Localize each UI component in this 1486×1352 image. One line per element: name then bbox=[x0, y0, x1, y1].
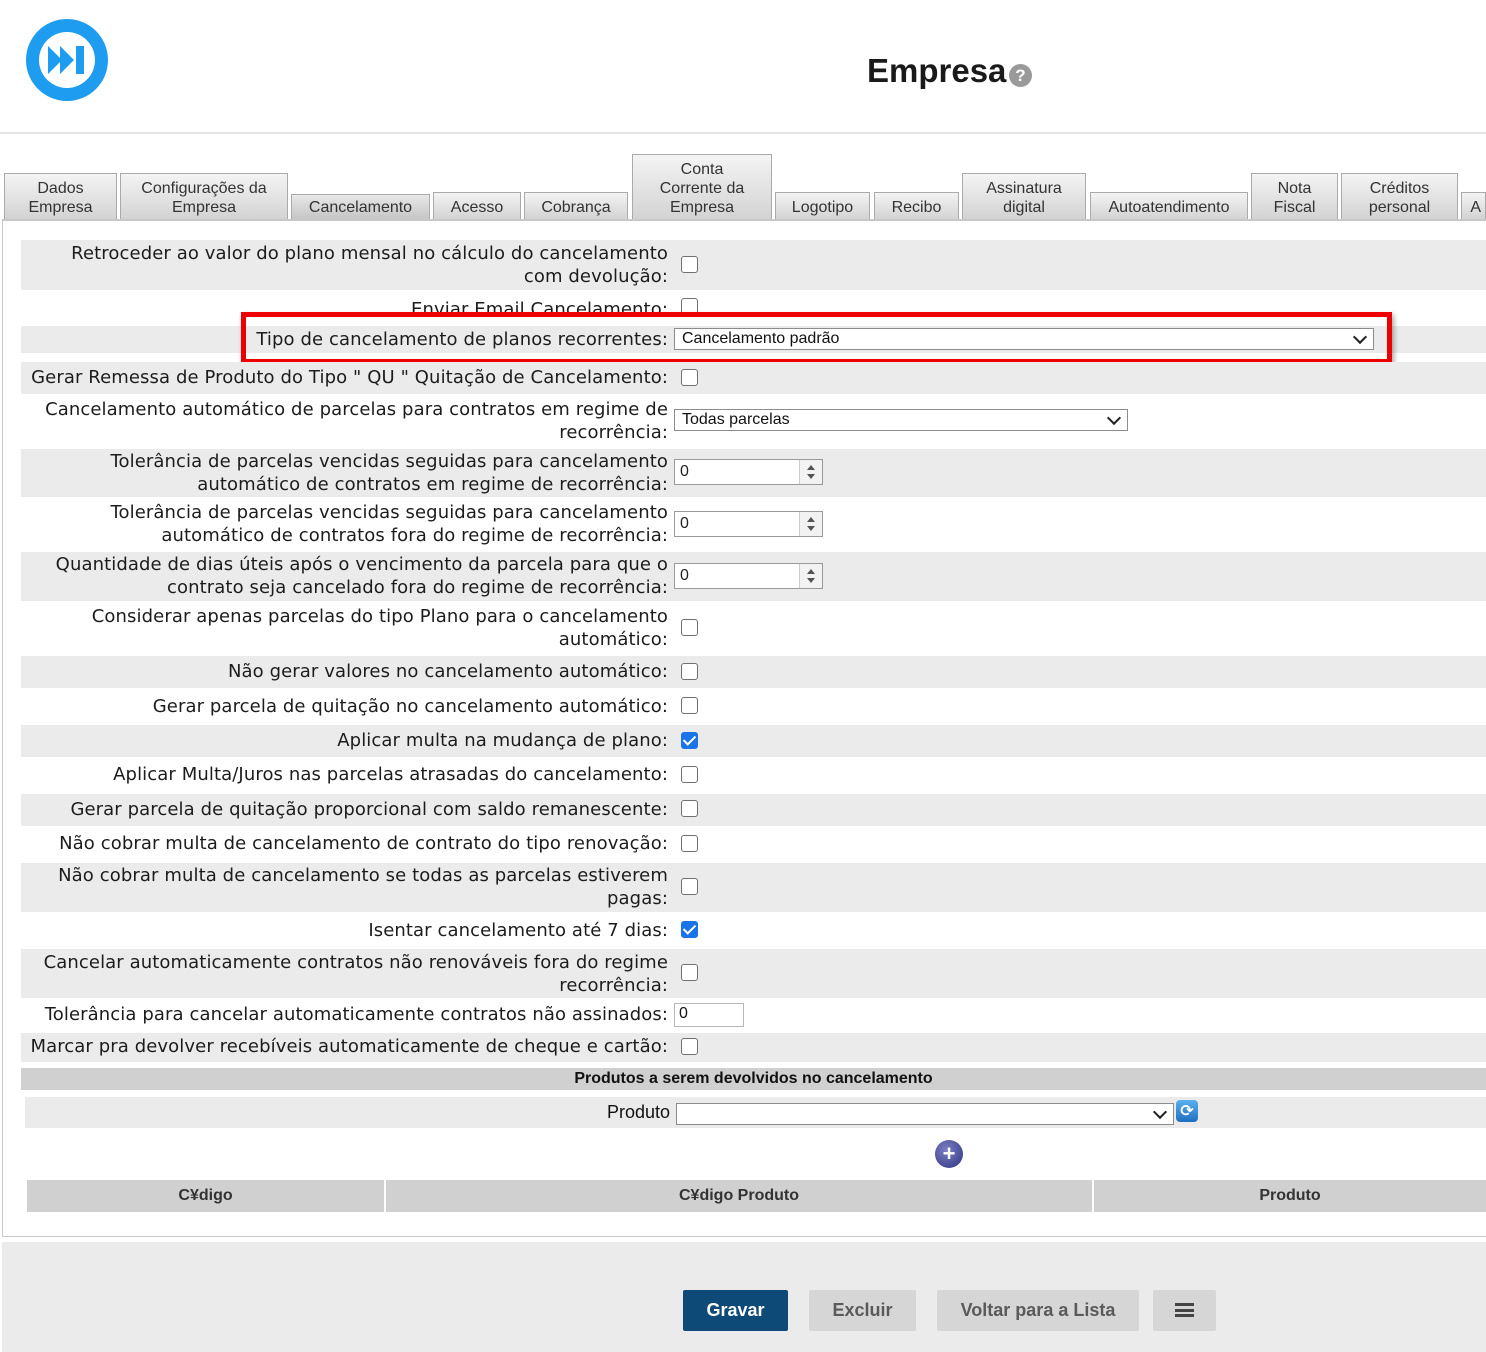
considerar-plano-checkbox[interactable] bbox=[681, 619, 698, 636]
row-devolver-recebiveis: Marcar pra devolver recebíveis automatic… bbox=[21, 1033, 1486, 1062]
refresh-icon[interactable]: ⟳ bbox=[1176, 1100, 1198, 1122]
considerar-plano-label: Considerar apenas parcelas do tipo Plano… bbox=[91, 606, 668, 650]
section-title: Produtos a serem devolvidos no cancelame… bbox=[21, 1068, 1486, 1090]
tolerancia-fora-stepper[interactable]: 0 bbox=[674, 511, 823, 537]
tab-assinatura-digital[interactable]: Assinatura digital bbox=[962, 173, 1086, 219]
cancelamento-automatico-select[interactable]: Todas parcelas bbox=[674, 409, 1128, 431]
devolver-recebiveis-label: Marcar pra devolver recebíveis automatic… bbox=[30, 1036, 668, 1057]
isentar-7-dias-label: Isentar cancelamento até 7 dias: bbox=[368, 920, 668, 941]
tolerancia-nao-assinados-label: Tolerância para cancelar automaticamente… bbox=[44, 1004, 668, 1025]
tab-recibo[interactable]: Recibo bbox=[874, 192, 959, 219]
nao-cobrar-renovacao-label: Não cobrar multa de cancelamento de cont… bbox=[59, 833, 668, 854]
tab-logotipo[interactable]: Logotipo bbox=[775, 192, 870, 219]
row-retroceder: Retroceder ao valor do plano mensal no c… bbox=[21, 240, 1486, 290]
chevron-down-icon bbox=[1152, 1104, 1168, 1120]
row-quitacao-proporcional: Gerar parcela de quitação proporcional c… bbox=[21, 794, 1486, 826]
column-header-codigo: C¥digo bbox=[27, 1180, 385, 1212]
quantidade-dias-stepper[interactable]: 0 bbox=[674, 563, 823, 589]
gerar-quitacao-label: Gerar parcela de quitação no cancelament… bbox=[152, 696, 668, 717]
row-cancelamento-automatico: Cancelamento automático de parcelas para… bbox=[21, 397, 1486, 447]
tab-cobranca[interactable]: Cobrança bbox=[524, 192, 628, 219]
row-aplicar-multa-juros: Aplicar Multa/Juros nas parcelas atrasad… bbox=[21, 760, 1486, 792]
quitacao-proporcional-checkbox[interactable] bbox=[681, 800, 698, 817]
page-header: Empresa ? bbox=[0, 0, 1486, 134]
row-tolerancia-recorrencia: Tolerância de parcelas vencidas seguidas… bbox=[21, 449, 1486, 497]
row-gerar-remessa: Gerar Remessa de Produto do Tipo " QU " … bbox=[21, 362, 1486, 394]
cancelar-nao-renovaveis-checkbox[interactable] bbox=[681, 964, 698, 981]
row-tolerancia-nao-assinados: Tolerância para cancelar automaticamente… bbox=[21, 1000, 1486, 1031]
row-isentar-7-dias: Isentar cancelamento até 7 dias: bbox=[21, 915, 1486, 947]
aplicar-multa-checkbox[interactable] bbox=[681, 732, 698, 749]
fast-forward-icon[interactable] bbox=[26, 19, 108, 101]
gerar-remessa-checkbox[interactable] bbox=[681, 369, 698, 386]
nao-cobrar-pagas-checkbox[interactable] bbox=[681, 878, 698, 895]
stepper-arrows-icon[interactable] bbox=[799, 512, 822, 536]
isentar-7-dias-checkbox[interactable] bbox=[681, 921, 698, 938]
tab-creditos-personal[interactable]: Créditos personal bbox=[1341, 173, 1458, 219]
nao-gerar-valores-label: Não gerar valores no cancelamento automá… bbox=[227, 661, 668, 682]
row-nao-cobrar-pagas: Não cobrar multa de cancelamento se toda… bbox=[21, 863, 1486, 912]
nao-cobrar-renovacao-checkbox[interactable] bbox=[681, 835, 698, 852]
tolerancia-nao-assinados-input[interactable]: 0 bbox=[674, 1003, 744, 1027]
row-nao-cobrar-renovacao: Não cobrar multa de cancelamento de cont… bbox=[21, 829, 1486, 861]
tolerancia-recorrencia-label: Tolerância de parcelas vencidas seguidas… bbox=[110, 451, 668, 495]
highlight-box bbox=[241, 312, 1392, 364]
chevron-down-icon bbox=[1106, 410, 1122, 426]
row-tolerancia-fora: Tolerância de parcelas vencidas seguidas… bbox=[21, 500, 1486, 550]
help-icon[interactable]: ? bbox=[1009, 64, 1032, 87]
row-aplicar-multa: Aplicar multa na mudança de plano: bbox=[21, 725, 1486, 757]
column-header-produto: Produto bbox=[1094, 1180, 1486, 1212]
tolerancia-recorrencia-stepper[interactable]: 0 bbox=[674, 459, 823, 485]
tab-nota-fiscal[interactable]: Nota Fiscal bbox=[1251, 173, 1338, 219]
gerar-quitacao-checkbox[interactable] bbox=[681, 697, 698, 714]
tab-cancelamento[interactable]: Cancelamento bbox=[291, 194, 430, 219]
row-considerar-plano: Considerar apenas parcelas do tipo Plano… bbox=[21, 604, 1486, 654]
retroceder-label: Retroceder ao valor do plano mensal no c… bbox=[71, 243, 668, 287]
gerar-remessa-label: Gerar Remessa de Produto do Tipo " QU " … bbox=[31, 367, 668, 388]
row-quantidade-dias: Quantidade de dias úteis após o vencimen… bbox=[21, 552, 1486, 601]
quantidade-dias-label: Quantidade de dias úteis após o vencimen… bbox=[55, 554, 668, 598]
back-to-list-button[interactable]: Voltar para a Lista bbox=[937, 1290, 1139, 1331]
aplicar-multa-juros-label: Aplicar Multa/Juros nas parcelas atrasad… bbox=[113, 764, 668, 785]
aplicar-multa-juros-checkbox[interactable] bbox=[681, 766, 698, 783]
cancelar-nao-renovaveis-label: Cancelar automaticamente contratos não r… bbox=[43, 952, 668, 996]
page-title: Empresa bbox=[867, 52, 1007, 89]
add-icon[interactable]: + bbox=[935, 1140, 963, 1168]
nao-gerar-valores-checkbox[interactable] bbox=[681, 663, 698, 680]
produto-select[interactable] bbox=[676, 1103, 1174, 1125]
tab-acesso[interactable]: Acesso bbox=[433, 192, 521, 219]
aplicar-multa-label: Aplicar multa na mudança de plano: bbox=[337, 730, 668, 751]
cancelamento-automatico-label: Cancelamento automático de parcelas para… bbox=[45, 399, 668, 443]
tolerancia-fora-label: Tolerância de parcelas vencidas seguidas… bbox=[110, 502, 668, 546]
produto-label: Produto bbox=[606, 1102, 670, 1122]
column-header-codigo-produto: C¥digo Produto bbox=[386, 1180, 1093, 1212]
tab-overflow[interactable]: A bbox=[1461, 192, 1486, 219]
save-button[interactable]: Gravar bbox=[683, 1290, 788, 1331]
row-gerar-quitacao: Gerar parcela de quitação no cancelament… bbox=[21, 691, 1486, 723]
quitacao-proporcional-label: Gerar parcela de quitação proporcional c… bbox=[70, 799, 668, 820]
list-icon bbox=[1175, 1303, 1194, 1317]
tab-autoatendimento[interactable]: Autoatendimento bbox=[1090, 192, 1248, 219]
retroceder-checkbox[interactable] bbox=[681, 256, 698, 273]
devolver-recebiveis-checkbox[interactable] bbox=[681, 1038, 698, 1055]
tab-dados-empresa[interactable]: Dados Empresa bbox=[4, 173, 117, 219]
tab-conta-corrente[interactable]: Conta Corrente da Empresa bbox=[632, 154, 772, 219]
stepper-arrows-icon[interactable] bbox=[799, 460, 822, 484]
row-nao-gerar-valores: Não gerar valores no cancelamento automá… bbox=[21, 656, 1486, 688]
nao-cobrar-pagas-label: Não cobrar multa de cancelamento se toda… bbox=[58, 865, 668, 909]
stepper-arrows-icon[interactable] bbox=[799, 564, 822, 588]
tab-configuracoes-empresa[interactable]: Configurações da Empresa bbox=[120, 173, 288, 219]
delete-button[interactable]: Excluir bbox=[809, 1290, 916, 1331]
row-cancelar-nao-renovaveis: Cancelar automaticamente contratos não r… bbox=[21, 949, 1486, 998]
